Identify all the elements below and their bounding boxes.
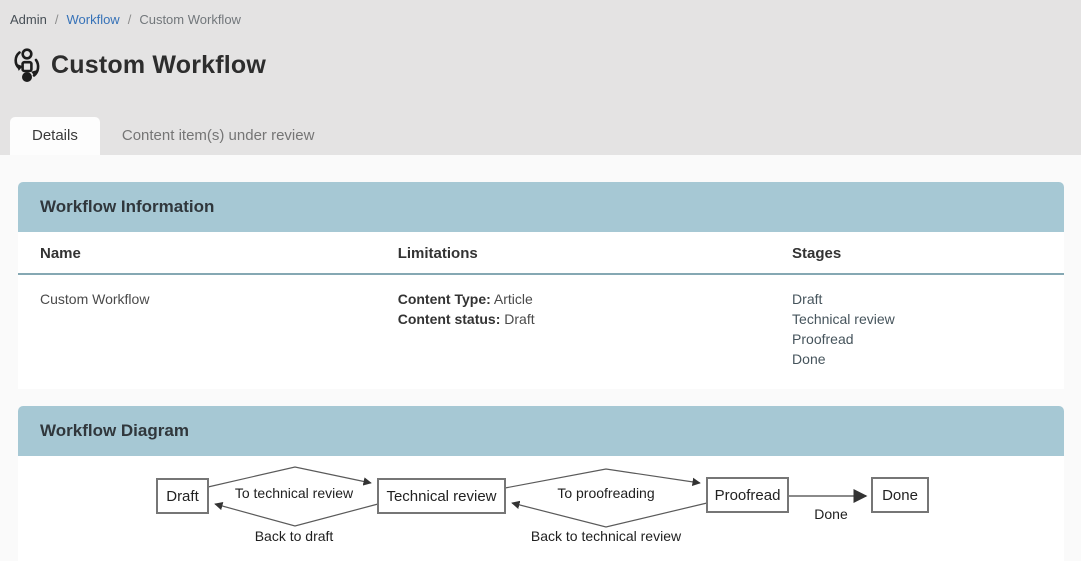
- tab-bar: Details Content item(s) under review: [10, 117, 336, 155]
- limitation-content-status: Content status: Draft: [398, 309, 748, 329]
- stage-item-proofread: Proofread: [792, 329, 1042, 349]
- breadcrumb-item-admin[interactable]: Admin: [10, 12, 47, 27]
- page-header: Admin / Workflow / Custom Workflow Custo…: [0, 0, 1081, 155]
- workflow-icon: [10, 47, 42, 83]
- edge-back-to-technical-review: [512, 503, 707, 527]
- workflow-name-value: Custom Workflow: [40, 291, 149, 307]
- page-title: Custom Workflow: [51, 51, 266, 80]
- limitation-content-type-value: Article: [491, 291, 533, 307]
- workflow-name-cell: Custom Workflow: [18, 275, 376, 389]
- limitation-content-status-value: Draft: [500, 311, 534, 327]
- workflow-diagram-body: Draft Technical review Proofread Done To…: [18, 456, 1064, 561]
- workflow-diagram-panel: Workflow Diagram Draft Technical re: [18, 406, 1064, 561]
- workflow-information-table: Name Limitations Stages Custom Workflow …: [18, 232, 1064, 389]
- column-header-stages: Stages: [770, 232, 1064, 275]
- breadcrumb-item-current: Custom Workflow: [139, 12, 241, 27]
- tab-content-items-under-review[interactable]: Content item(s) under review: [100, 117, 337, 155]
- limitation-content-type: Content Type: Article: [398, 289, 748, 309]
- workflow-diagram-svg: Draft Technical review Proofread Done To…: [18, 456, 1064, 561]
- edge-label-back-to-draft: Back to draft: [255, 528, 334, 544]
- edge-back-to-draft: [215, 504, 378, 526]
- column-header-limitations: Limitations: [376, 232, 770, 275]
- title-row: Custom Workflow: [10, 47, 1071, 83]
- stage-item-draft: Draft: [792, 289, 1042, 309]
- tab-details[interactable]: Details: [10, 117, 100, 155]
- workflow-diagram-title: Workflow Diagram: [18, 406, 1064, 456]
- edge-label-back-to-technical-review: Back to technical review: [531, 528, 682, 544]
- workflow-stages-cell: Draft Technical review Proofread Done: [770, 275, 1064, 389]
- column-header-name: Name: [18, 232, 376, 275]
- edge-label-to-proofreading: To proofreading: [557, 485, 654, 501]
- node-proofread-label: Proofread: [715, 487, 781, 504]
- workflow-limitations-cell: Content Type: Article Content status: Dr…: [376, 275, 770, 389]
- workflow-information-panel: Workflow Information Name Limitations St…: [18, 182, 1064, 389]
- breadcrumb-item-workflow[interactable]: Workflow: [66, 12, 119, 27]
- breadcrumb-separator: /: [128, 12, 132, 27]
- workflow-information-title: Workflow Information: [18, 182, 1064, 232]
- node-technical-review-label: Technical review: [386, 488, 496, 505]
- limitation-content-type-label: Content Type:: [398, 291, 491, 307]
- main-content: Workflow Information Name Limitations St…: [0, 155, 1081, 561]
- limitation-content-status-label: Content status:: [398, 311, 501, 327]
- node-draft-label: Draft: [166, 488, 199, 505]
- edge-label-done: Done: [814, 506, 848, 522]
- edge-label-to-technical-review: To technical review: [235, 485, 354, 501]
- node-done-label: Done: [882, 487, 918, 504]
- workflow-information-body: Name Limitations Stages Custom Workflow …: [18, 232, 1064, 389]
- edge-to-technical-review: [208, 467, 371, 487]
- stage-item-technical-review: Technical review: [792, 309, 1042, 329]
- stage-item-done: Done: [792, 349, 1042, 369]
- breadcrumb-separator: /: [55, 12, 59, 27]
- breadcrumb: Admin / Workflow / Custom Workflow: [10, 10, 1071, 27]
